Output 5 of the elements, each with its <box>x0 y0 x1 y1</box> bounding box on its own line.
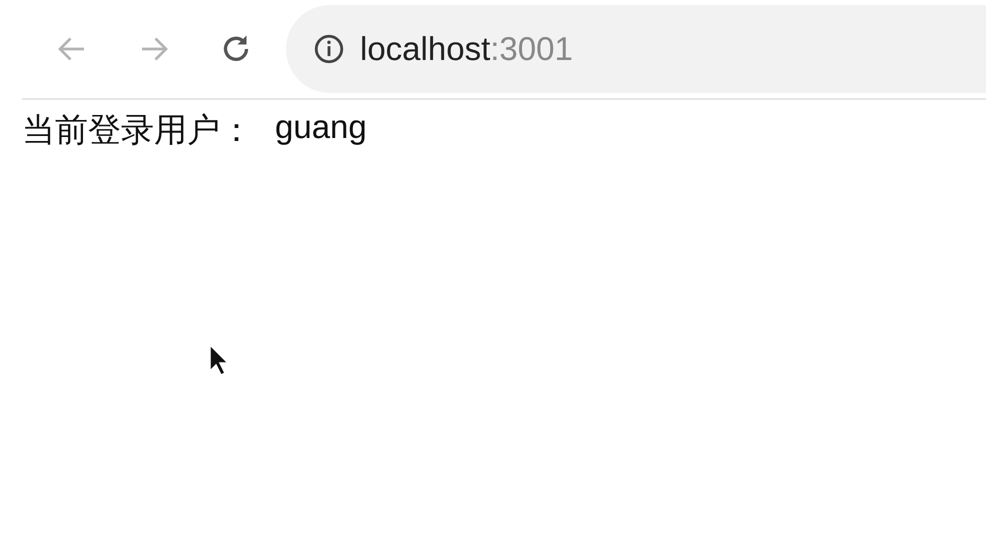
address-bar[interactable]: localhost:3001 <box>286 5 986 93</box>
info-icon[interactable] <box>312 32 346 66</box>
username: guang <box>275 108 367 147</box>
current-user-label: 当前登录用户： <box>22 110 253 150</box>
url-text: localhost:3001 <box>360 30 573 68</box>
